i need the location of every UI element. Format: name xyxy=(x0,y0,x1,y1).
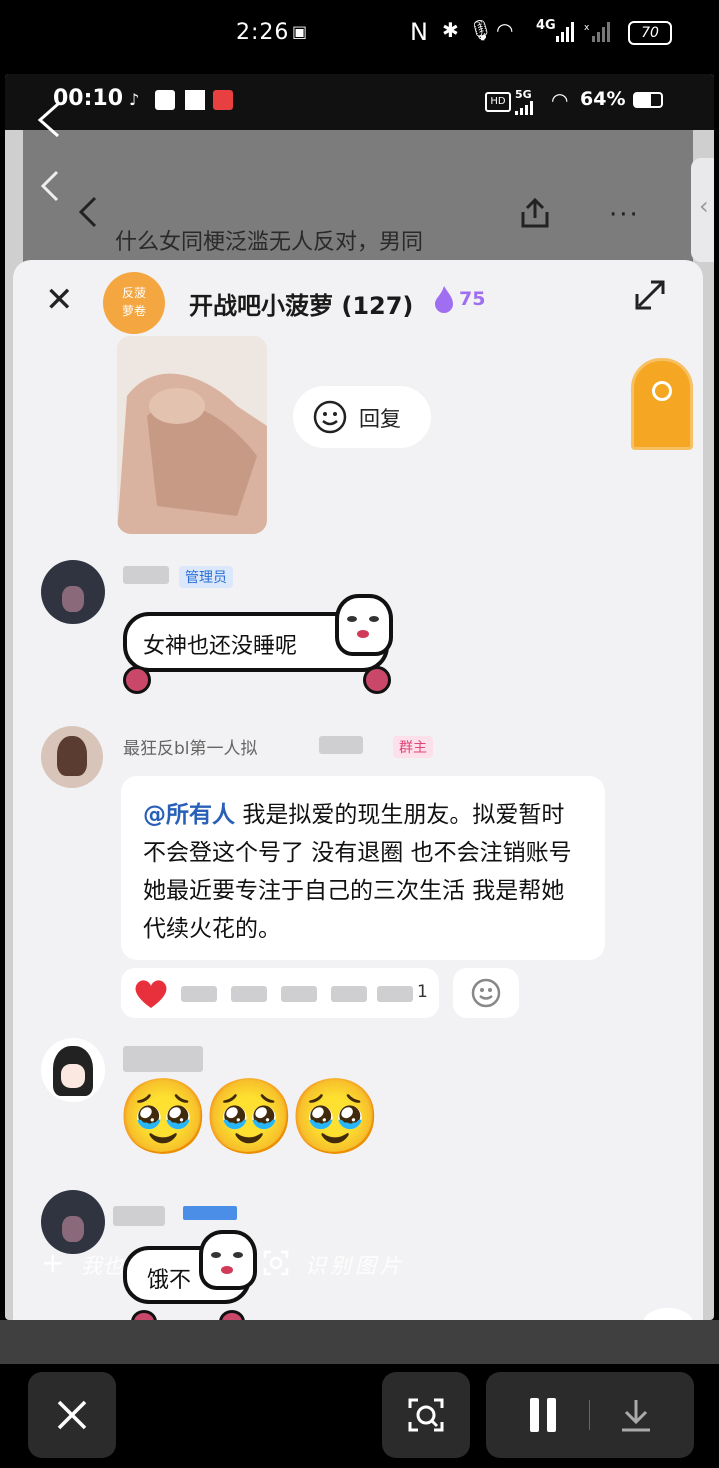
sticker-paw-left-2 xyxy=(131,1310,157,1320)
scan-button[interactable] xyxy=(382,1372,470,1458)
scan-icon xyxy=(408,1398,444,1432)
video-player[interactable]: 00:10 ♪ HD 5G ◠ 64% ··· 什么女同梗泛滥无人反对，男同 ‹… xyxy=(5,74,714,1320)
group-avatar-text-1: 反菠 xyxy=(121,286,146,300)
sticker-text-2: 饿不 xyxy=(147,1268,192,1293)
background-page-header xyxy=(23,130,693,280)
more-icon: ··· xyxy=(609,200,640,230)
blurred-username xyxy=(123,1046,203,1072)
sticker-cat-face xyxy=(335,594,393,656)
sticker-paw-left xyxy=(123,666,151,694)
svg-text:x: x xyxy=(584,23,590,33)
blurred-reactor-1 xyxy=(181,986,217,1002)
app-notification-icon-3 xyxy=(213,90,233,110)
scan-icon[interactable] xyxy=(263,1250,289,1276)
flame-count: 75 xyxy=(459,288,486,310)
blurred-reactor-4 xyxy=(331,986,367,1002)
wifi-icon: ◠ xyxy=(496,18,514,42)
status-time: 2:26 xyxy=(236,20,290,45)
share-icon xyxy=(517,192,553,232)
signal-icon xyxy=(556,22,576,42)
close-icon xyxy=(57,1400,87,1430)
group-title: 开战吧小菠萝 (127) xyxy=(189,292,414,320)
image-message[interactable] xyxy=(117,336,267,534)
heart-icon[interactable] xyxy=(133,978,169,1010)
background-back-icon-2 xyxy=(73,192,103,232)
add-icon[interactable]: + xyxy=(41,1246,64,1279)
reaction-count: 1 xyxy=(417,982,428,1002)
tiktok-icon: ♪ xyxy=(129,90,140,109)
add-label[interactable]: 我也 xyxy=(81,1250,123,1280)
owner-message-bubble[interactable]: @所有人 我是拟爱的现生朋友。拟爱暂时不会登这个号了 没有退圈 也不会注销账号 … xyxy=(121,776,605,960)
door-widget-icon[interactable] xyxy=(631,358,693,450)
inner-wifi-icon: ◠ xyxy=(551,88,569,112)
owner-avatar[interactable] xyxy=(41,726,103,788)
sticker-cat-face-2 xyxy=(199,1230,257,1290)
emoji-message[interactable]: 🥹🥹🥹 xyxy=(117,1072,381,1162)
group-chat-sheet: ✕ 反菠 萝卷 开战吧小菠萝 (127) 75 回复 管理员 女神也还没睡呢 最… xyxy=(13,260,703,1320)
background-page-title: 什么女同梗泛滥无人反对，男同 xyxy=(115,230,424,255)
sticker-paw-right-2 xyxy=(219,1310,245,1320)
close-icon[interactable]: ✕ xyxy=(45,280,74,320)
bottom-progress-strip xyxy=(0,1320,719,1364)
inner-status-bar: 00:10 ♪ HD 5G ◠ 64% xyxy=(5,74,714,130)
inner-battery-icon xyxy=(633,92,663,108)
side-drawer-tab[interactable]: ‹ xyxy=(691,158,714,262)
download-icon[interactable] xyxy=(618,1396,654,1434)
reply-label: 回复 xyxy=(359,407,401,431)
recognize-image-label[interactable]: 识别图片 xyxy=(305,1250,405,1280)
reply-button[interactable]: 回复 xyxy=(293,386,431,448)
group-avatar: 反菠 萝卷 xyxy=(103,272,165,334)
blurred-username-tail xyxy=(319,736,363,754)
owner-badge: 群主 xyxy=(393,736,433,758)
smile-icon xyxy=(471,978,501,1008)
user-avatar[interactable] xyxy=(41,1190,105,1254)
reaction-bar[interactable]: 1 xyxy=(121,968,439,1018)
app-notification-icon-2 xyxy=(185,90,205,110)
blurred-badge xyxy=(183,1206,237,1220)
mention-all[interactable]: @所有人 xyxy=(143,802,235,828)
close-button[interactable] xyxy=(28,1372,116,1458)
signal-icon-2: x xyxy=(584,22,620,42)
app-notification-icon xyxy=(155,90,175,110)
blurred-reactor-3 xyxy=(281,986,317,1002)
notification-icon: ▣ xyxy=(292,22,308,41)
sticker-text: 女神也还没睡呢 xyxy=(143,634,298,659)
blurred-reactor-2 xyxy=(231,986,267,1002)
outer-status-bar: 2:26 ▣ N ✱ 🎙 ◠ 4G x 70 xyxy=(0,0,719,72)
emoji-pleading-2: 🥹 xyxy=(203,1074,295,1160)
pause-icon[interactable] xyxy=(526,1396,560,1434)
sticker-paw-right xyxy=(363,666,391,694)
hd-icon: HD xyxy=(485,92,511,112)
playback-controls xyxy=(486,1372,694,1458)
inner-battery-label: 64% xyxy=(580,88,626,110)
blurred-username xyxy=(113,1206,165,1226)
inner-signal-icon xyxy=(515,100,539,115)
owner-name: 最狂反bl第一人拟 xyxy=(123,739,258,759)
battery-indicator: 70 xyxy=(628,21,672,45)
bottom-control-bar xyxy=(0,1364,719,1468)
sticker-message[interactable]: 女神也还没睡呢 xyxy=(123,594,393,694)
user-avatar[interactable] xyxy=(41,560,105,624)
admin-badge: 管理员 xyxy=(179,566,233,588)
floating-heart-icon xyxy=(643,1308,693,1320)
back-chevron-icon[interactable] xyxy=(34,100,64,140)
microphone-icon: 🎙 xyxy=(468,18,494,42)
background-back-icon xyxy=(35,166,65,206)
emoji-pleading-3: 🥹 xyxy=(289,1074,381,1160)
sticker-message-2[interactable]: 饿不 xyxy=(123,1230,263,1320)
expand-icon[interactable] xyxy=(635,280,665,310)
divider xyxy=(589,1400,590,1430)
smile-icon xyxy=(313,400,347,434)
flame-icon xyxy=(433,284,455,314)
user-avatar[interactable] xyxy=(41,1038,105,1102)
add-reaction-button[interactable] xyxy=(453,968,519,1018)
bluetooth-icon: ✱ xyxy=(442,18,459,42)
network-label: 4G xyxy=(536,18,556,33)
blurred-username xyxy=(123,566,169,584)
emoji-pleading-1: 🥹 xyxy=(117,1074,209,1160)
nfc-icon: N xyxy=(410,18,428,46)
blurred-reactor-5 xyxy=(377,986,413,1002)
group-avatar-text-2: 萝卷 xyxy=(121,304,146,318)
